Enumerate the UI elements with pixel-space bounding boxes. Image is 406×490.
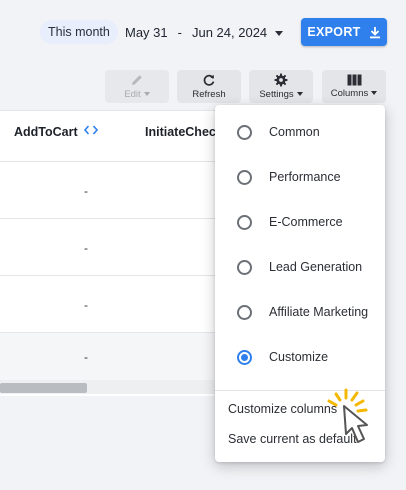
radio-button[interactable] xyxy=(237,304,252,320)
settings-label: Settings xyxy=(259,89,294,100)
menu-option-affiliate-marketing[interactable]: Affiliate Marketing xyxy=(215,292,385,332)
radio-button[interactable] xyxy=(237,259,252,275)
date-range-picker[interactable]: May 31 - Jun 24, 2024 xyxy=(125,22,284,44)
edit-label: Edit xyxy=(124,89,141,100)
pencil-icon xyxy=(132,75,142,85)
menu-option-label: Affiliate Marketing xyxy=(269,305,369,319)
chevron-down-icon xyxy=(296,92,303,97)
chevron-down-icon xyxy=(371,91,378,96)
radio-button[interactable] xyxy=(237,124,252,140)
menu-option-label: E-Commerce xyxy=(269,215,343,229)
edit-button[interactable]: Edit xyxy=(105,70,169,103)
menu-option-performance[interactable]: Performance xyxy=(215,157,385,197)
settings-button[interactable]: Settings xyxy=(249,70,313,103)
menu-option-ecommerce[interactable]: E-Commerce xyxy=(215,202,385,242)
radio-button-selected[interactable] xyxy=(237,349,252,365)
menu-option-customize[interactable]: Customize xyxy=(215,337,385,377)
refresh-icon xyxy=(203,74,215,86)
date-end: Jun 24, 2024 xyxy=(191,25,268,40)
table-cell: - xyxy=(84,298,88,312)
pointer-cursor-icon xyxy=(327,388,368,443)
table-cell: - xyxy=(84,184,88,198)
scrollbar-thumb[interactable] xyxy=(0,383,87,393)
table-cell: - xyxy=(84,241,88,255)
column-header-initiatecheckout[interactable]: InitiateCheck xyxy=(145,125,223,139)
radio-button[interactable] xyxy=(237,169,252,185)
export-label: EXPORT xyxy=(307,25,361,39)
column-header-label: AddToCart xyxy=(14,125,78,139)
date-start: May 31 xyxy=(125,25,168,40)
refresh-label: Refresh xyxy=(192,89,226,100)
date-separator: - xyxy=(177,25,182,40)
columns-button[interactable]: Columns xyxy=(322,70,386,103)
column-header-addtocart[interactable]: AddToCart xyxy=(14,125,99,139)
download-icon xyxy=(369,26,380,38)
radio-button[interactable] xyxy=(237,214,252,230)
menu-option-label: Common xyxy=(269,125,320,139)
menu-option-label: Customize xyxy=(269,350,329,364)
table-cell: - xyxy=(84,350,88,364)
period-chip[interactable]: This month xyxy=(40,20,118,44)
chevron-down-icon xyxy=(275,30,284,36)
refresh-button[interactable]: Refresh xyxy=(177,70,241,103)
columns-icon xyxy=(347,74,361,86)
code-icon[interactable] xyxy=(84,125,99,135)
menu-option-label: Lead Generation xyxy=(269,260,363,274)
menu-option-lead-generation[interactable]: Lead Generation xyxy=(215,247,385,287)
export-button[interactable]: EXPORT xyxy=(301,18,387,46)
menu-option-label: Performance xyxy=(269,170,341,184)
chevron-down-icon xyxy=(143,92,150,97)
columns-label: Columns xyxy=(330,88,369,99)
menu-option-common[interactable]: Common xyxy=(215,112,385,152)
gear-icon xyxy=(274,73,288,87)
